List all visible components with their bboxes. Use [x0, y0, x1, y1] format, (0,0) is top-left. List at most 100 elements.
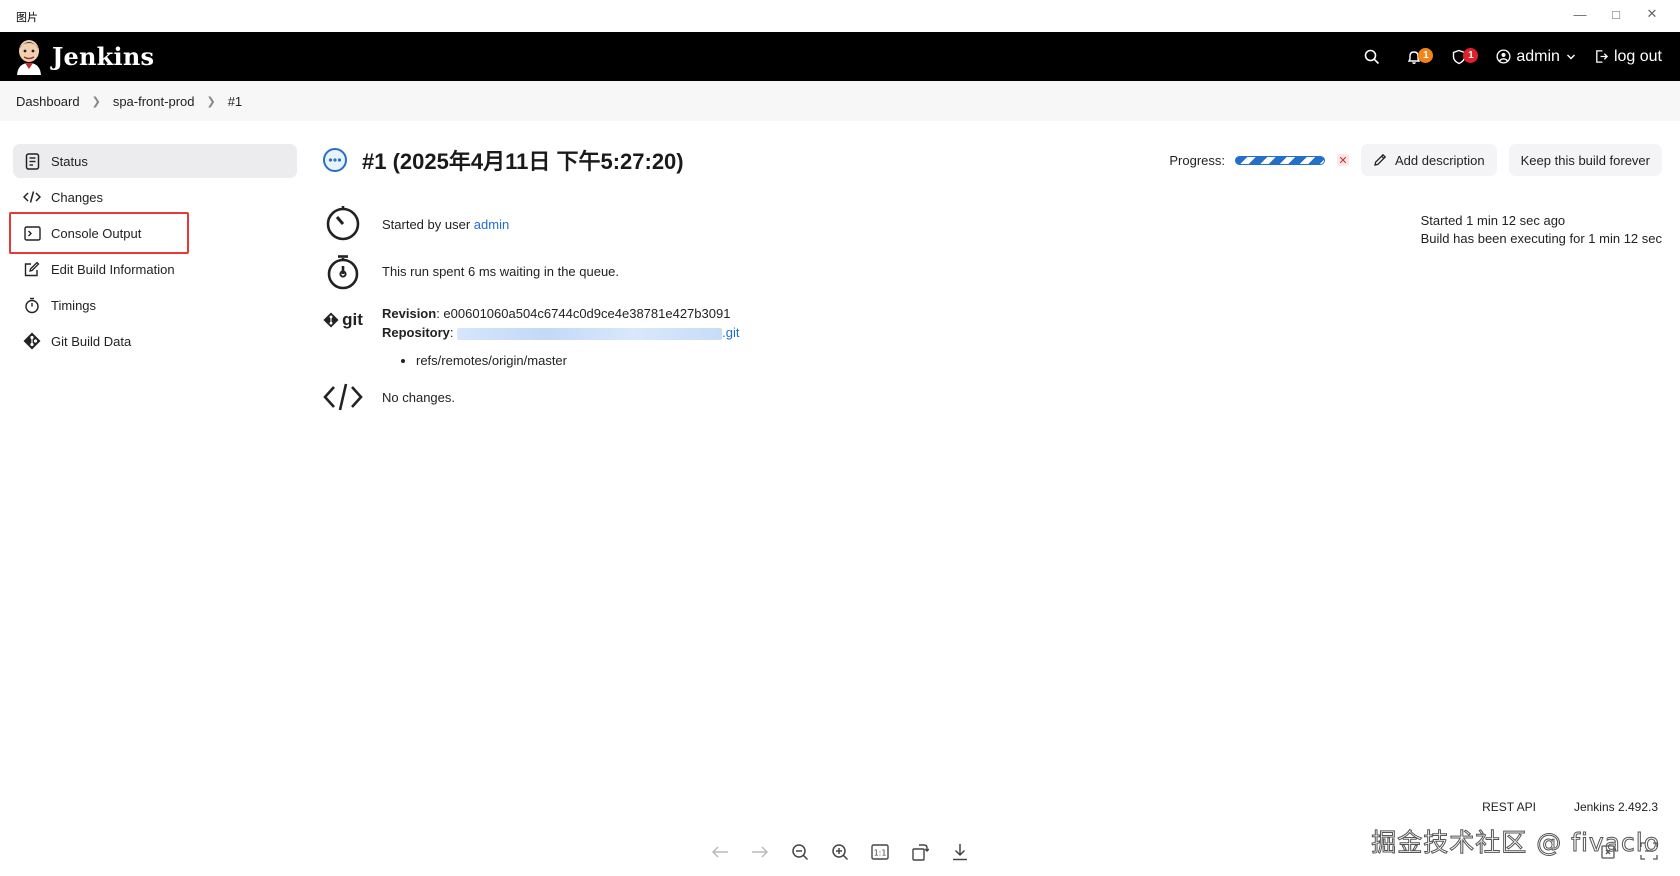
jenkins-version-link[interactable]: Jenkins 2.492.3 — [1574, 800, 1658, 814]
pencil-icon — [1374, 153, 1387, 166]
keep-build-forever-label: Keep this build forever — [1520, 152, 1650, 168]
started-by-user-link[interactable]: admin — [474, 217, 509, 232]
code-icon — [322, 382, 364, 412]
executing-for: Build has been executing for 1 min 12 se… — [1420, 231, 1662, 246]
notifications-badge: 1 — [1418, 48, 1434, 63]
git-row: git Revision: e00601060a504c6744c0d9ce4e… — [322, 306, 739, 370]
image-viewer-toolbar: 1:1 — [700, 838, 980, 866]
download-button[interactable] — [940, 838, 980, 866]
breadcrumb-chevron-icon: ❯ — [91, 95, 101, 108]
security-button[interactable]: 1 — [1451, 48, 1479, 65]
changes-row: No changes. — [322, 382, 455, 412]
breadcrumb: Dashboard ❯ spa-front-prod ❯ #1 — [0, 81, 1680, 121]
rotate-button[interactable] — [900, 838, 940, 866]
search-button[interactable] — [1364, 49, 1380, 65]
git-icon — [23, 332, 41, 350]
repository-label: Repository — [382, 325, 450, 340]
arrow-right-icon — [752, 846, 769, 858]
cancel-build-icon[interactable]: ✕ — [1337, 154, 1350, 167]
started-by-row: Started by user admin — [322, 204, 509, 242]
progress-bar[interactable] — [1235, 155, 1326, 165]
security-badge: 1 — [1463, 48, 1479, 63]
arrow-left-icon — [711, 846, 728, 858]
next-image-button[interactable] — [740, 838, 780, 866]
scan-text-icon[interactable] — [1640, 842, 1658, 863]
rest-api-link[interactable]: REST API — [1482, 800, 1536, 814]
sidebar-item-timings[interactable]: Timings — [13, 288, 297, 322]
ref-item: refs/remotes/origin/master — [416, 351, 739, 370]
page-footer: REST API Jenkins 2.492.3 — [1444, 800, 1658, 814]
keep-build-forever-button[interactable]: Keep this build forever — [1508, 144, 1662, 176]
repository-link-suffix[interactable]: .git — [722, 325, 739, 340]
breadcrumb-job[interactable]: spa-front-prod — [113, 94, 195, 109]
previous-image-button[interactable] — [700, 838, 740, 866]
window-controls: — □ ✕ — [1562, 3, 1670, 25]
logout-icon — [1596, 50, 1609, 63]
breadcrumb-dashboard[interactable]: Dashboard — [16, 94, 80, 109]
git-label: git — [342, 310, 363, 329]
rotate-icon — [912, 844, 929, 861]
user-menu[interactable]: admin — [1496, 48, 1576, 66]
sidebar-item-label: Timings — [51, 297, 97, 313]
sidebar-item-label: Changes — [51, 189, 104, 205]
document-icon — [23, 152, 41, 170]
sidebar-item-label: Edit Build Information — [51, 261, 175, 277]
breadcrumb-chevron-icon: ❯ — [206, 95, 216, 108]
revision-value: e00601060a504c6744c0d9ce4e38781e427b3091 — [443, 306, 731, 321]
sidebar-item-label: Status — [51, 153, 88, 169]
svg-text:1:1: 1:1 — [874, 849, 887, 858]
window-titlebar: 图片 — □ ✕ — [0, 0, 1680, 32]
close-window-button[interactable]: ✕ — [1634, 3, 1670, 25]
git-logo-icon: git — [322, 310, 364, 330]
stopwatch-icon — [23, 296, 41, 314]
changes-text: No changes. — [382, 390, 455, 405]
build-timing-info: Started 1 min 12 sec ago Build has been … — [1421, 212, 1662, 248]
notifications-button[interactable]: 1 — [1406, 48, 1434, 65]
progress-label: Progress: — [1169, 152, 1226, 168]
console-output-highlight — [9, 212, 189, 254]
sidebar-item-label: Git Build Data — [51, 333, 132, 349]
user-name: admin — [1516, 47, 1560, 65]
zoom-in-icon — [832, 844, 849, 861]
jenkins-brand: Jenkins — [52, 41, 155, 71]
jenkins-header: Jenkins 1 1 admin log out — [0, 32, 1680, 81]
user-avatar-icon — [1496, 49, 1511, 64]
jenkins-butler-icon — [17, 40, 41, 75]
add-description-label: Add description — [1395, 152, 1485, 168]
maximize-button[interactable]: □ — [1598, 3, 1634, 25]
chevron-down-icon — [1566, 54, 1575, 59]
actual-size-icon: 1:1 — [871, 844, 889, 860]
revision-label: Revision — [382, 306, 437, 321]
logout-link[interactable]: log out — [1594, 48, 1662, 66]
refs-list: refs/remotes/origin/master — [416, 351, 739, 370]
sidebar-item-changes[interactable]: Changes — [13, 180, 297, 214]
search-icon — [1365, 49, 1380, 64]
zoom-in-button[interactable] — [820, 838, 860, 866]
minimize-button[interactable]: — — [1562, 3, 1598, 25]
build-header: #1 (2025年4月11日 下午5:27:20) — [322, 144, 684, 176]
queue-text: This run spent 6 ms waiting in the queue… — [382, 264, 620, 279]
breadcrumb-build[interactable]: #1 — [228, 94, 242, 109]
zoom-out-button[interactable] — [780, 838, 820, 866]
sidebar-item-edit-build-information[interactable]: Edit Build Information — [13, 252, 297, 286]
add-description-button[interactable]: Add description — [1361, 144, 1497, 176]
ocr-icon[interactable] — [1600, 842, 1618, 863]
build-actions: Progress: ✕ Add description Keep this bu… — [1169, 144, 1662, 176]
logout-label: log out — [1613, 47, 1662, 65]
started-by-prefix: Started by user — [382, 217, 471, 232]
actual-size-button[interactable]: 1:1 — [860, 838, 900, 866]
sidebar-item-status[interactable]: Status — [13, 144, 297, 178]
queue-row: This run spent 6 ms waiting in the queue… — [322, 254, 619, 290]
in-progress-icon — [323, 148, 347, 172]
window-title: 图片 — [16, 12, 38, 24]
zoom-out-icon — [792, 844, 809, 861]
started-ago: Started 1 min 12 sec ago — [1420, 213, 1566, 228]
repository-url-redacted[interactable] — [457, 327, 723, 340]
jenkins-logo[interactable]: Jenkins — [14, 37, 154, 75]
user-cause-icon — [322, 204, 364, 242]
edit-icon — [23, 260, 41, 278]
page-title: #1 (2025年4月11日 下午5:27:20) — [362, 149, 684, 174]
download-icon — [953, 844, 967, 861]
sidebar-item-git-build-data[interactable]: Git Build Data — [13, 324, 297, 358]
code-icon — [23, 188, 41, 206]
